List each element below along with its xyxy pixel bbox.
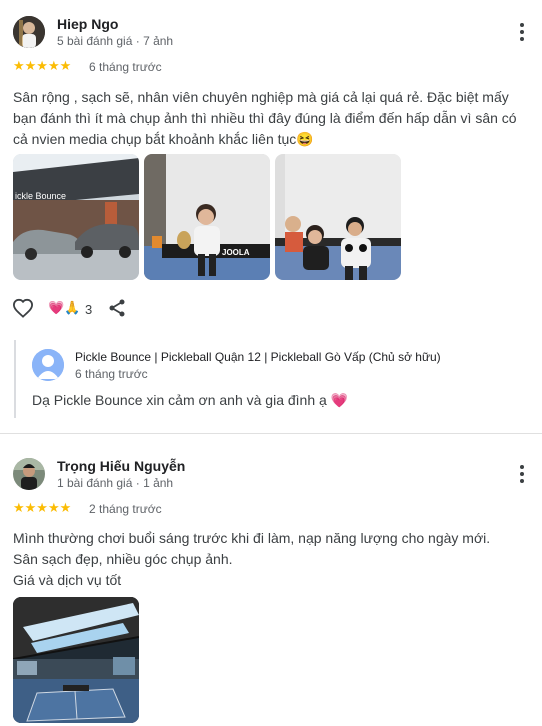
review-photo[interactable]: JOOLA [144, 154, 270, 280]
more-vertical-icon[interactable] [514, 22, 530, 42]
review-date: 6 tháng trước [89, 60, 162, 74]
star-rating: ★★★★★ [13, 500, 72, 515]
review-photo[interactable] [13, 597, 139, 723]
star-rating: ★★★★★ [13, 58, 72, 73]
owner-response-date: 6 tháng trước [75, 367, 148, 381]
reviewer-meta[interactable]: 1 bài đánh giá · 1 ảnh [57, 476, 173, 490]
review-text-line: Sân sạch đẹp, nhiều góc chụp ảnh. [13, 551, 233, 567]
storefront-sign: ickle Bounce [15, 191, 66, 201]
review-date: 2 tháng trước [89, 502, 162, 516]
review-text: Sân rộng , sạch sẽ, nhân viên chuyên ngh… [13, 87, 533, 150]
review-text-line: Sân rộng , sạch sẽ, nhân viên chuyên ngh… [13, 89, 509, 105]
review-text-line: Mình thường chơi buổi sáng trước khi đi … [13, 530, 491, 546]
review-text-line: bạn đánh thì ít mà chụp ảnh thì nhiều th… [13, 110, 517, 126]
reviewer-name[interactable]: Hiep Ngo [57, 16, 118, 32]
person-icon [32, 349, 64, 381]
review-photo[interactable] [275, 154, 401, 280]
reviewer-meta[interactable]: 5 bài đánh giá · 7 ảnh [57, 34, 173, 48]
heart-outline-icon[interactable] [12, 298, 34, 318]
review-card: Hiep Ngo 5 bài đánh giá · 7 ảnh ★★★★★ 6 … [0, 0, 542, 430]
review-text-line: cả nvien media chụp bắt khoảnh khắc liên… [13, 131, 314, 147]
more-vertical-icon[interactable] [514, 464, 530, 484]
review-photo[interactable]: ickle Bounce [13, 154, 139, 280]
reactions-summary[interactable]: 💗🙏 [48, 299, 80, 317]
avatar[interactable] [13, 458, 45, 490]
owner-response-text: Dạ Pickle Bounce xin cảm ơn anh và gia đ… [32, 392, 349, 408]
banner-sign: JOOLA [222, 248, 250, 257]
review-text: Mình thường chơi buổi sáng trước khi đi … [13, 528, 533, 591]
avatar[interactable] [13, 16, 45, 48]
review-card: Trọng Hiếu Nguyễn 1 bài đánh giá · 1 ảnh… [0, 434, 542, 726]
reaction-emoji: 💗🙏 [48, 300, 81, 315]
review-text-line: Giá và dịch vụ tốt [13, 572, 122, 588]
reviewer-name[interactable]: Trọng Hiếu Nguyễn [57, 458, 185, 474]
reaction-count: 3 [85, 302, 93, 317]
owner-response-bar [14, 340, 16, 418]
share-icon[interactable] [107, 298, 127, 318]
owner-name[interactable]: Pickle Bounce | Pickleball Quận 12 | Pic… [75, 350, 441, 364]
